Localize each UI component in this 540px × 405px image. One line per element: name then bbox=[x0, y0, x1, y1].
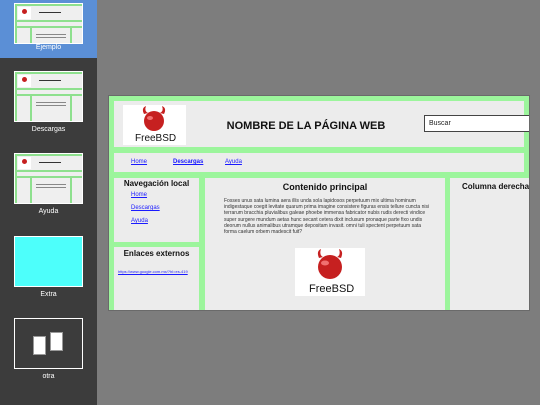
logo-wordmark: FreeBSD bbox=[135, 133, 176, 144]
slide-preview bbox=[14, 318, 83, 369]
slide-label: Extra bbox=[40, 291, 57, 298]
logo-wordmark: FreeBSD bbox=[309, 283, 354, 295]
local-link-descargas[interactable]: Descargas bbox=[131, 205, 160, 211]
slide-thumbnail-extra[interactable]: Extra bbox=[0, 233, 97, 303]
main-content-text: Fosses unus sata lumina aera illis unda … bbox=[224, 198, 430, 236]
document-icon bbox=[50, 332, 63, 351]
right-column-title: Columna derecha bbox=[462, 182, 529, 191]
document-icon bbox=[33, 336, 46, 355]
right-sidebar: Columna derecha bbox=[450, 178, 529, 310]
freebsd-daemon-icon: FreeBSD bbox=[135, 106, 176, 144]
slide-preview bbox=[14, 71, 83, 122]
slide-thumbnail-descargas[interactable]: Descargas bbox=[0, 68, 97, 138]
slide-thumbnail-otra[interactable]: otra bbox=[0, 315, 97, 385]
left-sidebar: Navegación local Home Descargas Ayuda En… bbox=[114, 178, 199, 310]
slide-label: otra bbox=[42, 373, 55, 380]
site-header: FreeBSD NOMBRE DE LA PÁGINA WEB Buscar bbox=[114, 101, 529, 147]
slide-preview bbox=[14, 3, 83, 44]
nav-link-ayuda[interactable]: Ayuda bbox=[225, 159, 242, 165]
freebsd-logo-large: FreeBSD bbox=[295, 248, 365, 296]
main-content: Contenido principal Fosses unus sata lum… bbox=[205, 178, 445, 310]
external-link-google[interactable]: https://www.google.com.mx/?hl=es-419 bbox=[118, 269, 188, 274]
nav-link-home[interactable]: Home bbox=[131, 159, 147, 165]
slide-label: Ejemplo bbox=[35, 44, 62, 51]
slide-label: Ayuda bbox=[38, 208, 59, 215]
search-input[interactable]: Buscar bbox=[424, 115, 529, 132]
local-link-ayuda[interactable]: Ayuda bbox=[131, 218, 148, 224]
page-title: NOMBRE DE LA PÁGINA WEB bbox=[226, 120, 386, 132]
slide-preview bbox=[14, 236, 83, 287]
slide-thumbnail-ejemplo[interactable]: Ejemplo bbox=[0, 0, 97, 58]
slide-panel: Ejemplo Descargas Ayuda Extra otra bbox=[0, 0, 97, 405]
main-content-title: Contenido principal bbox=[282, 182, 368, 192]
freebsd-daemon-icon: FreeBSD bbox=[309, 249, 354, 295]
top-navbar: Home Descargas Ayuda bbox=[114, 153, 524, 172]
nav-link-descargas[interactable]: Descargas bbox=[173, 159, 203, 165]
section-divider bbox=[114, 242, 199, 247]
external-links-title: Enlaces externos bbox=[123, 249, 190, 258]
slide-preview bbox=[14, 153, 83, 204]
slide-label: Descargas bbox=[31, 126, 66, 133]
local-link-home[interactable]: Home bbox=[131, 192, 147, 198]
freebsd-logo: FreeBSD bbox=[123, 105, 186, 145]
slide-thumbnail-ayuda[interactable]: Ayuda bbox=[0, 150, 97, 220]
slide-canvas[interactable]: FreeBSD NOMBRE DE LA PÁGINA WEB Buscar H… bbox=[109, 96, 529, 310]
local-nav-title: Navegación local bbox=[123, 179, 190, 188]
